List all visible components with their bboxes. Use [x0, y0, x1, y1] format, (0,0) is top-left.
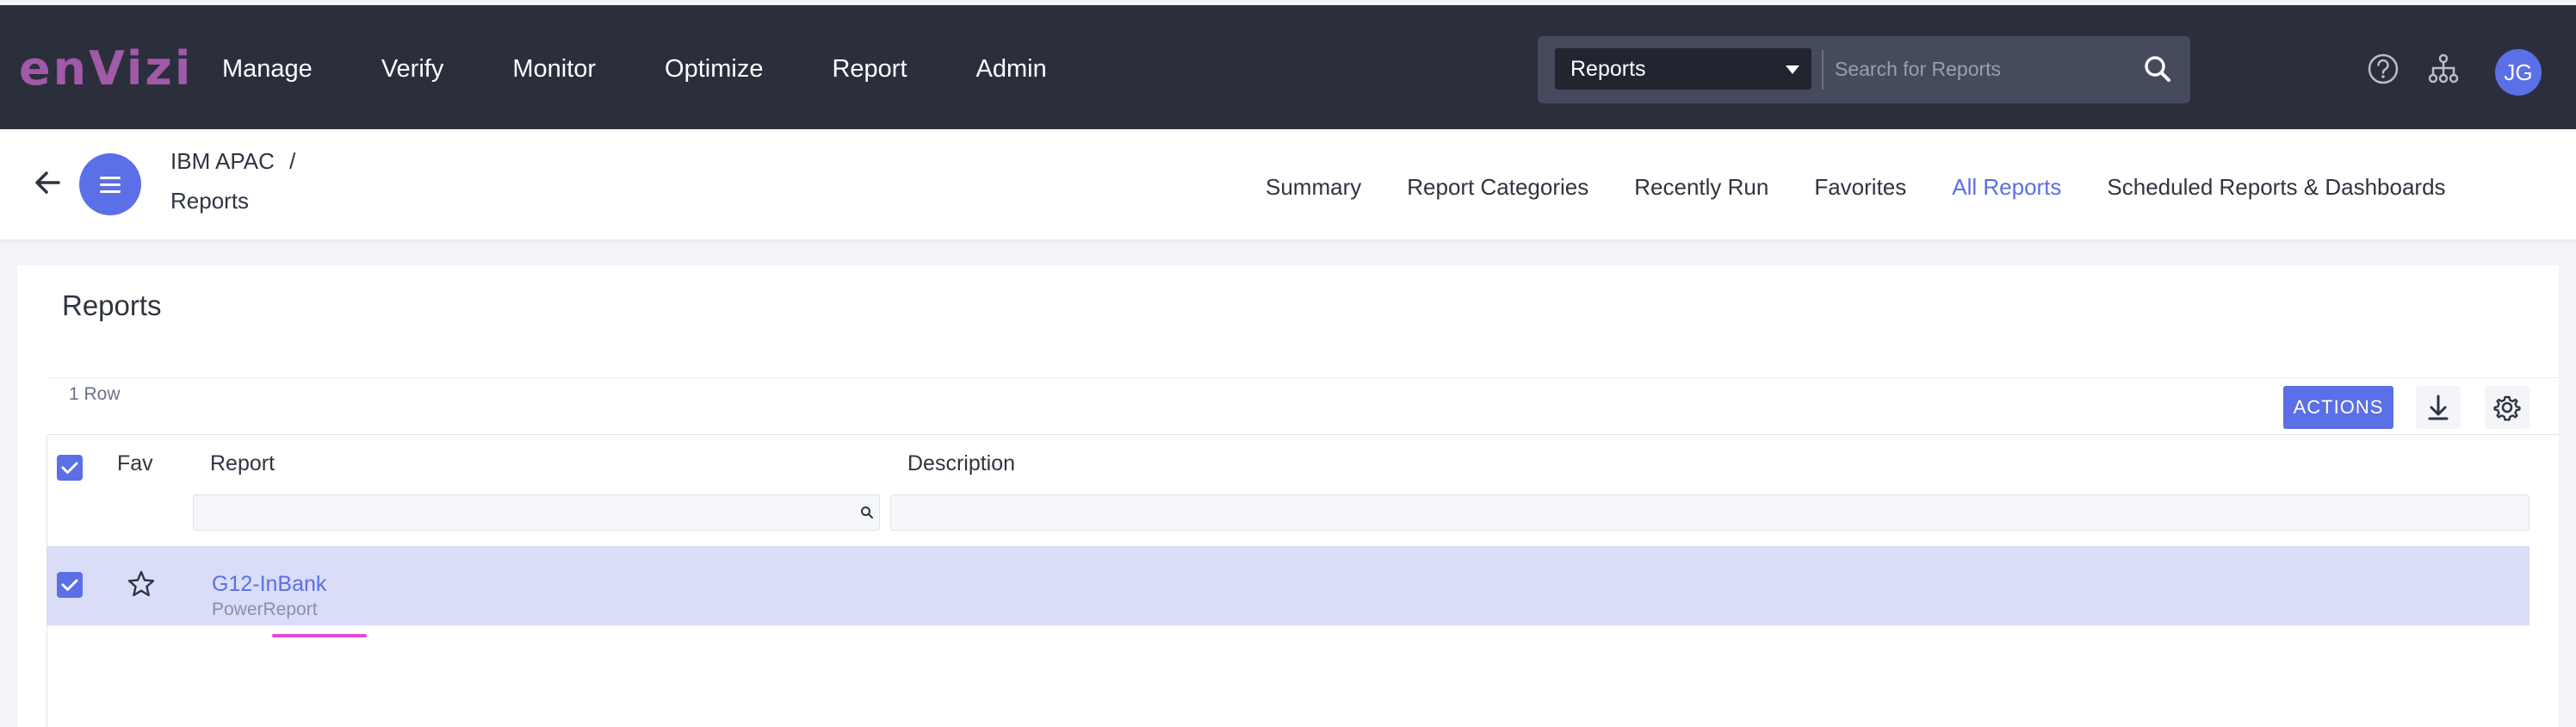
page-subheader: IBM APAC / Reports Summary Report Catego… [0, 129, 2576, 239]
select-all-checkbox[interactable] [57, 455, 83, 481]
search-scope-value: Reports [1570, 57, 1646, 81]
page-title: Reports [62, 289, 162, 321]
breadcrumb: IBM APAC / [170, 148, 295, 175]
tab-all-reports[interactable]: All Reports [1952, 174, 2061, 201]
main-nav: Manage Verify Monitor Optimize Report Ad… [222, 55, 1116, 84]
description-filter-input[interactable] [890, 494, 2530, 531]
check-icon [61, 462, 78, 474]
global-search: Reports [1538, 36, 2190, 103]
download-button[interactable] [2416, 386, 2461, 429]
gear-icon [2493, 395, 2521, 421]
tab-report-categories[interactable]: Report Categories [1407, 174, 1588, 201]
tab-summary[interactable]: Summary [1266, 174, 1361, 201]
nav-manage[interactable]: Manage [222, 55, 313, 84]
check-icon [61, 579, 78, 591]
breadcrumb-separator: / [289, 148, 296, 174]
menu-button[interactable] [79, 153, 141, 215]
menu-icon-bar [100, 183, 121, 186]
report-name-link[interactable]: G12-InBank [212, 572, 326, 597]
column-header-report[interactable]: Report [210, 451, 275, 476]
hierarchy-icon[interactable] [2426, 52, 2461, 86]
reports-card: Reports 1 Row ACTIONS Fav Report Descrip… [17, 265, 2559, 727]
column-header-fav[interactable]: Fav [117, 451, 153, 476]
settings-button[interactable] [2485, 386, 2530, 429]
envizi-logo[interactable]: enVizi [19, 41, 193, 96]
nav-monitor[interactable]: Monitor [512, 55, 596, 84]
nav-verify[interactable]: Verify [381, 55, 444, 84]
search-divider [1822, 50, 1824, 90]
user-avatar[interactable]: JG [2495, 49, 2542, 96]
tab-recently-run[interactable]: Recently Run [1634, 174, 1768, 201]
highlight-underline [272, 634, 367, 637]
row-count: 1 Row [69, 384, 121, 404]
row-checkbox[interactable] [57, 572, 83, 598]
search-icon [861, 506, 873, 519]
nav-report[interactable]: Report [832, 55, 907, 84]
breadcrumb-org[interactable]: IBM APAC [170, 148, 275, 174]
top-bar: enVizi Manage Verify Monitor Optimize Re… [0, 0, 2576, 129]
menu-icon-bar [100, 177, 121, 179]
reports-tabs: Summary Report Categories Recently Run F… [1266, 174, 2492, 201]
tab-favorites[interactable]: Favorites [1814, 174, 1906, 201]
caret-down-icon [1786, 65, 1799, 74]
search-icon[interactable] [2140, 52, 2175, 86]
report-type: PowerReport [212, 600, 318, 619]
nav-optimize[interactable]: Optimize [665, 55, 763, 84]
grid-border [46, 434, 2559, 435]
search-input[interactable] [1835, 48, 2127, 90]
column-header-description[interactable]: Description [907, 451, 1015, 476]
download-icon [2428, 395, 2449, 420]
tab-scheduled-reports[interactable]: Scheduled Reports & Dashboards [2107, 174, 2445, 201]
menu-icon-bar [100, 190, 121, 193]
divider [46, 377, 2559, 378]
breadcrumb-current: Reports [170, 188, 250, 214]
help-icon[interactable] [2366, 52, 2400, 86]
table-row[interactable] [46, 546, 2530, 625]
nav-admin[interactable]: Admin [976, 55, 1047, 84]
report-filter-input[interactable] [193, 494, 880, 531]
actions-button[interactable]: ACTIONS [2283, 386, 2393, 429]
back-arrow-icon[interactable] [31, 165, 65, 200]
star-icon[interactable] [126, 569, 157, 600]
search-scope-select[interactable]: Reports [1555, 48, 1811, 90]
